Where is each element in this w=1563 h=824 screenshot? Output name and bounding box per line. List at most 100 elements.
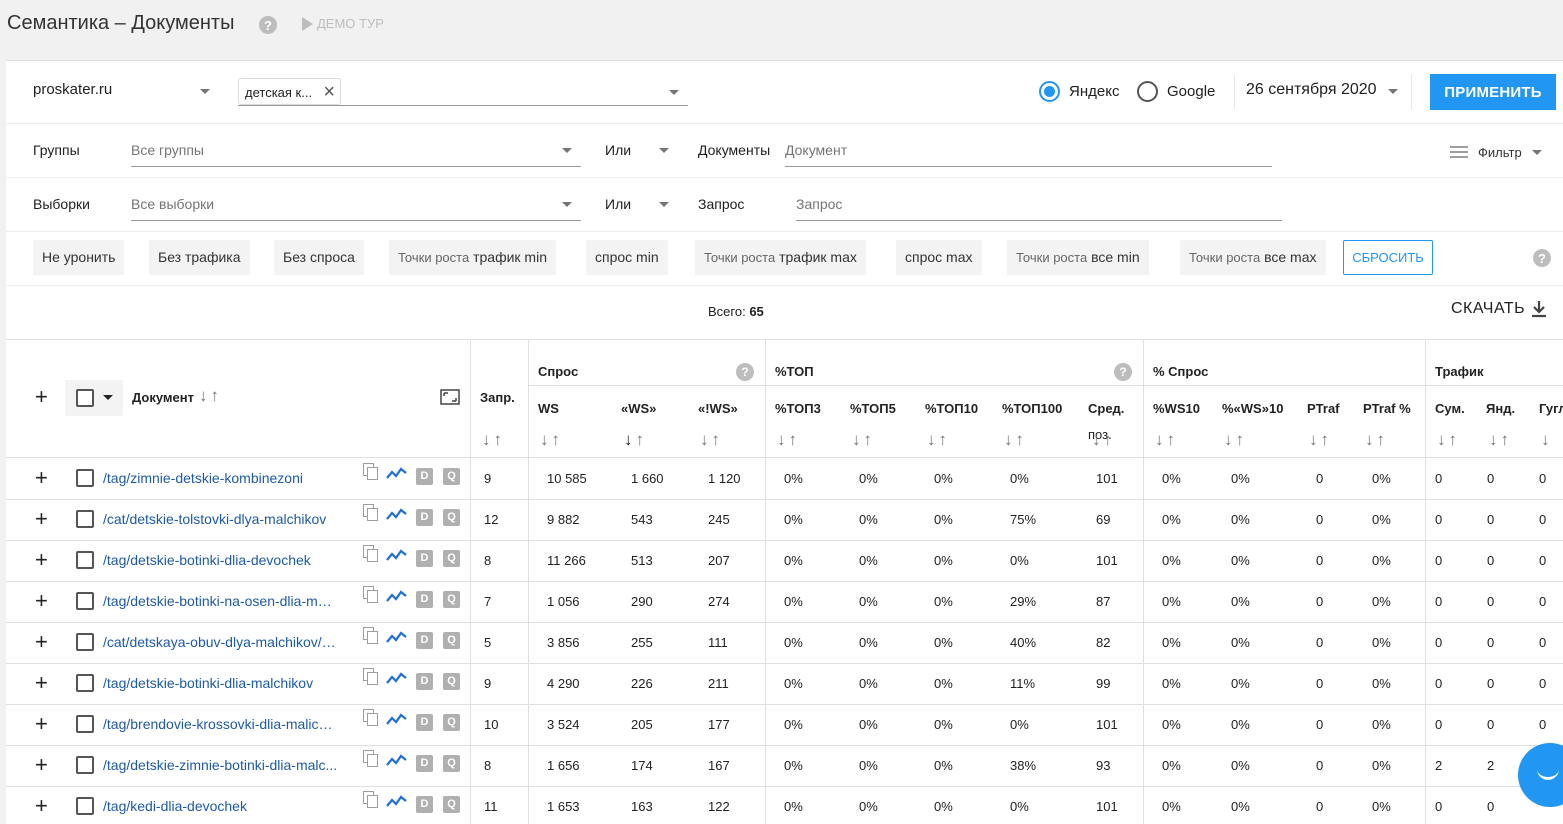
preset-button[interactable]: Без спроса — [274, 240, 364, 275]
sort-arrows-icon[interactable]: ↓↑ — [1437, 430, 1460, 450]
trend-chart-icon[interactable] — [386, 754, 407, 766]
select-all-checkbox[interactable] — [76, 389, 94, 407]
sort-arrows-icon[interactable]: ↓↑ — [1365, 430, 1388, 450]
help-icon[interactable]: ? — [1533, 249, 1551, 267]
expand-row-button[interactable]: + — [35, 467, 48, 489]
chevron-down-icon[interactable] — [659, 202, 669, 207]
d-badge-icon[interactable]: D — [416, 755, 433, 772]
trend-chart-icon[interactable] — [386, 795, 407, 807]
sort-arrows-icon[interactable]: ↓↑ — [1309, 430, 1332, 450]
sort-arrows-icon[interactable]: ↓↑ — [700, 430, 723, 450]
query-multiselect[interactable] — [238, 105, 688, 106]
copy-icon[interactable] — [363, 545, 378, 562]
d-badge-icon[interactable]: D — [416, 509, 433, 526]
col-qws[interactable]: «WS» — [621, 401, 656, 416]
col-ptraf[interactable]: PTraf — [1307, 401, 1340, 416]
samples-select[interactable]: Все выборки — [131, 196, 214, 212]
expand-icon[interactable] — [440, 389, 460, 405]
document-link[interactable]: /cat/detskaya-obuv-dlya-malchikov/ra... — [103, 634, 338, 650]
close-icon[interactable]: × — [323, 79, 335, 105]
trend-chart-icon[interactable] — [386, 549, 407, 561]
engine-yandex-radio[interactable]: Яндекс — [1039, 81, 1119, 102]
col-ws10[interactable]: %WS10 — [1153, 401, 1200, 416]
documents-input[interactable]: Документ — [785, 142, 847, 158]
trend-chart-icon[interactable] — [386, 672, 407, 684]
col-top100[interactable]: %ТОП100 — [1002, 401, 1062, 416]
d-badge-icon[interactable]: D — [416, 632, 433, 649]
expand-row-button[interactable]: + — [35, 795, 48, 817]
sort-arrows-icon[interactable]: ↓↑ — [540, 430, 563, 450]
preset-button[interactable]: Точки роста трафик min — [389, 240, 556, 275]
download-button[interactable]: СКАЧАТЬ — [1451, 300, 1547, 318]
trend-chart-icon[interactable] — [386, 467, 407, 479]
date-select[interactable]: 26 сентября 2020 — [1246, 81, 1398, 99]
document-link[interactable]: /tag/detskie-zimnie-botinki-dlia-malc... — [103, 757, 338, 773]
row-checkbox[interactable] — [76, 715, 94, 733]
sort-arrows-icon[interactable]: ↓↑ — [777, 430, 800, 450]
trend-chart-icon[interactable] — [386, 713, 407, 725]
sort-arrows-icon[interactable]: ↓↑ — [1224, 430, 1247, 450]
document-link[interactable]: /tag/detskie-botinki-na-osen-dlia-mal... — [103, 593, 338, 609]
col-sum[interactable]: Сум. — [1435, 401, 1465, 416]
expand-row-button[interactable]: + — [35, 713, 48, 735]
d-badge-icon[interactable]: D — [416, 591, 433, 608]
q-badge-icon[interactable]: Q — [443, 755, 460, 772]
sort-arrows-icon[interactable]: ↓ — [1541, 430, 1553, 450]
chevron-down-icon[interactable] — [562, 148, 572, 153]
col-document[interactable]: Документ — [132, 390, 194, 405]
row-checkbox[interactable] — [76, 674, 94, 692]
q-badge-icon[interactable]: Q — [443, 591, 460, 608]
copy-icon[interactable] — [363, 627, 378, 644]
help-icon[interactable]: ? — [736, 363, 754, 381]
copy-icon[interactable] — [363, 668, 378, 685]
groups-select[interactable]: Все группы — [131, 142, 204, 158]
q-badge-icon[interactable]: Q — [443, 550, 460, 567]
d-badge-icon[interactable]: D — [416, 673, 433, 690]
help-icon[interactable]: ? — [259, 16, 277, 34]
q-badge-icon[interactable]: Q — [443, 673, 460, 690]
row-checkbox[interactable] — [76, 592, 94, 610]
site-select[interactable]: proskater.ru — [33, 81, 213, 103]
trend-chart-icon[interactable] — [386, 508, 407, 520]
expand-row-button[interactable]: + — [35, 631, 48, 653]
copy-icon[interactable] — [363, 586, 378, 603]
row-checkbox[interactable] — [76, 469, 94, 487]
sort-arrows-icon[interactable]: ↓↑ — [199, 386, 222, 406]
row-checkbox[interactable] — [76, 797, 94, 815]
d-badge-icon[interactable]: D — [416, 550, 433, 567]
preset-button[interactable]: спрос max — [896, 240, 982, 275]
copy-icon[interactable] — [363, 463, 378, 480]
document-link[interactable]: /cat/detskie-tolstovki-dlya-malchikov — [103, 511, 338, 527]
chevron-down-icon[interactable] — [562, 202, 572, 207]
demo-tour-button[interactable]: ДЕМО ТУР — [302, 16, 384, 31]
q-badge-icon[interactable]: Q — [443, 714, 460, 731]
expand-row-button[interactable]: + — [35, 590, 48, 612]
document-link[interactable]: /tag/zimnie-detskie-kombinezoni — [103, 470, 338, 486]
col-ptraf-pct[interactable]: PTraf % — [1363, 401, 1411, 416]
expand-row-button[interactable]: + — [35, 672, 48, 694]
help-icon[interactable]: ? — [1114, 363, 1132, 381]
copy-icon[interactable] — [363, 504, 378, 521]
sort-arrows-icon[interactable]: ↓↑ — [1092, 430, 1115, 450]
col-google[interactable]: Гугл — [1539, 401, 1563, 416]
d-badge-icon[interactable]: D — [416, 796, 433, 813]
document-link[interactable]: /tag/detskie-botinki-dlia-devochek — [103, 552, 338, 568]
preset-button[interactable]: Точки роста все min — [1007, 240, 1149, 275]
col-yandex[interactable]: Янд. — [1486, 401, 1515, 416]
sort-arrows-icon[interactable]: ↓↑ — [852, 430, 875, 450]
col-top3[interactable]: %ТОП3 — [775, 401, 821, 416]
trend-chart-icon[interactable] — [386, 590, 407, 602]
row-checkbox[interactable] — [76, 633, 94, 651]
d-badge-icon[interactable]: D — [416, 468, 433, 485]
row-checkbox[interactable] — [76, 756, 94, 774]
q-badge-icon[interactable]: Q — [443, 796, 460, 813]
chevron-down-icon[interactable] — [659, 148, 669, 153]
preset-button[interactable]: Точки роста все max — [1180, 240, 1326, 275]
document-link[interactable]: /tag/brendovie-krossovki-dlia-malichi... — [103, 716, 338, 732]
document-link[interactable]: /tag/kedi-dlia-devochek — [103, 798, 338, 814]
copy-icon[interactable] — [363, 709, 378, 726]
copy-icon[interactable] — [363, 791, 378, 808]
expand-row-button[interactable]: + — [35, 754, 48, 776]
col-top10[interactable]: %ТОП10 — [925, 401, 978, 416]
col-avg[interactable]: Сред. — [1088, 401, 1124, 416]
